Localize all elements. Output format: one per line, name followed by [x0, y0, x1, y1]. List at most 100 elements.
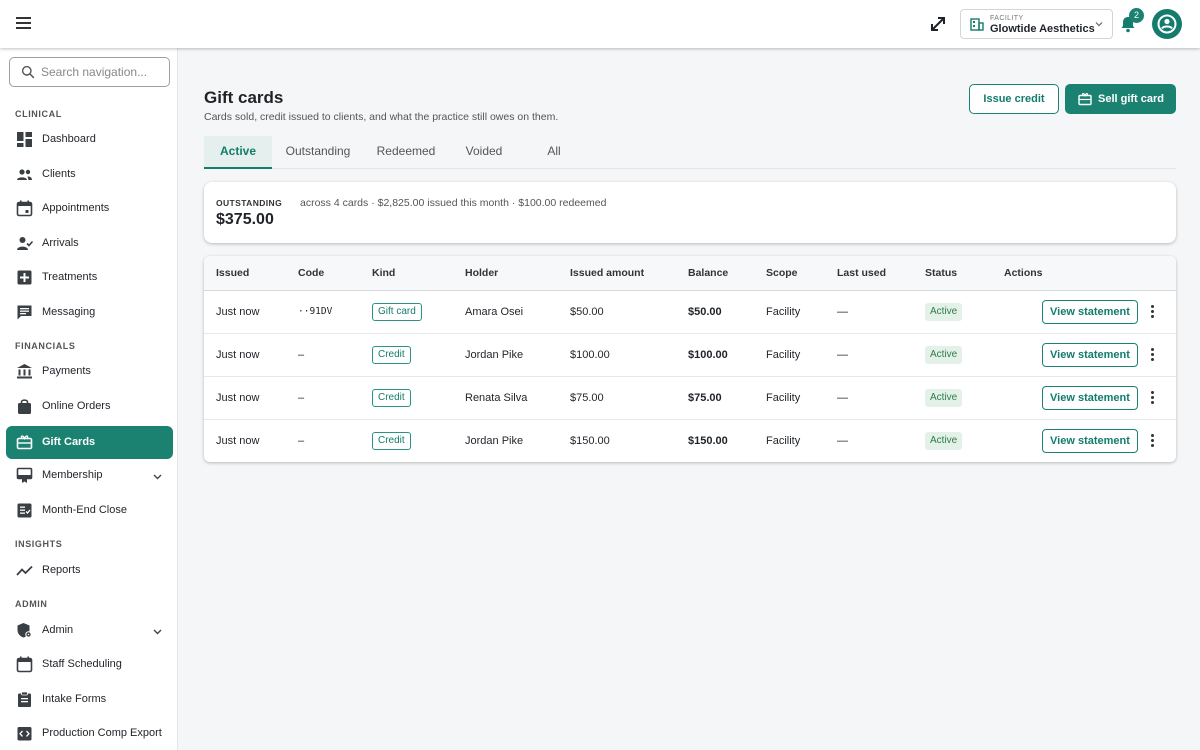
sidebar-item-label: Dashboard: [42, 133, 96, 145]
more-options-icon[interactable]: [1147, 347, 1157, 363]
column-header-kind[interactable]: Kind: [372, 267, 395, 279]
status-badge: Active: [925, 303, 963, 321]
cell-issued: Just now: [216, 306, 260, 318]
table-row[interactable]: Just now ··91DV Gift card Amara Osei $50…: [204, 291, 1176, 334]
sidebar-item-label: Messaging: [42, 306, 96, 318]
table-row[interactable]: Just now – Credit Renata Silva $75.00 $7…: [204, 377, 1176, 420]
sidebar-item-gift-cards[interactable]: Gift Cards: [6, 426, 173, 459]
menu-icon[interactable]: [14, 14, 34, 34]
sidebar-item-label: Staff Scheduling: [42, 658, 122, 670]
column-header-issued-amount[interactable]: Issued amount: [570, 267, 644, 279]
sidebar-item-reports[interactable]: Reports: [6, 554, 173, 587]
person-check-icon: [17, 237, 33, 250]
view-statement-button[interactable]: View statement: [1042, 386, 1138, 410]
status-badge: Active: [925, 389, 963, 407]
table-row[interactable]: Just now – Credit Jordan Pike $150.00 $1…: [204, 420, 1176, 463]
sidebar-item-payments[interactable]: Payments: [6, 355, 173, 388]
column-header-status[interactable]: Status: [925, 267, 957, 279]
column-header-last-used[interactable]: Last used: [837, 267, 886, 279]
column-header-scope[interactable]: Scope: [766, 267, 798, 279]
table-row[interactable]: Just now – Credit Jordan Pike $100.00 $1…: [204, 334, 1176, 377]
sidebar-item-appointments[interactable]: Appointments: [6, 192, 173, 225]
sidebar-item-online-orders[interactable]: Online Orders: [6, 390, 173, 423]
sidebar-item-label: Gift Cards: [42, 436, 96, 448]
sidebar-item-messaging[interactable]: Messaging: [6, 296, 173, 329]
chevron-down-icon: [153, 474, 162, 480]
chevron-down-icon: [153, 629, 162, 635]
view-statement-button[interactable]: View statement: [1042, 429, 1138, 453]
cell-issued-amount: $50.00: [570, 306, 604, 318]
calendar-icon: [16, 200, 33, 217]
medical-plus-icon: [17, 270, 32, 285]
sidebar-item-treatments[interactable]: Treatments: [6, 261, 173, 294]
cell-holder: Amara Osei: [465, 306, 524, 318]
column-header-balance[interactable]: Balance: [688, 267, 728, 279]
page-subtitle: Cards sold, credit issued to clients, an…: [204, 111, 559, 123]
building-icon: [970, 18, 984, 31]
cell-issued-amount: $100.00: [570, 349, 610, 361]
facility-label: FACILITY: [990, 15, 1024, 22]
cell-code: –: [298, 435, 305, 447]
sidebar-item-staff-scheduling[interactable]: Staff Scheduling: [6, 648, 173, 681]
tab-voided[interactable]: Voided: [456, 136, 512, 169]
more-options-icon[interactable]: [1147, 304, 1157, 320]
cell-holder: Jordan Pike: [465, 349, 524, 361]
avatar[interactable]: [1152, 9, 1182, 39]
section-label-admin: ADMIN: [15, 599, 48, 609]
column-header-code[interactable]: Code: [298, 267, 324, 279]
sidebar-item-month-end-close[interactable]: Month-End Close: [6, 494, 173, 527]
bank-icon: [17, 364, 32, 379]
expand-icon[interactable]: [928, 14, 948, 34]
sidebar-item-clients[interactable]: Clients: [6, 158, 173, 191]
cell-issued: Just now: [216, 392, 260, 404]
column-header-holder[interactable]: Holder: [465, 267, 498, 279]
gift-card-icon: [16, 435, 33, 450]
tab-outstanding[interactable]: Outstanding: [280, 136, 356, 169]
tab-all[interactable]: All: [534, 136, 574, 169]
tab-active[interactable]: Active: [204, 136, 272, 169]
search-input[interactable]: [41, 62, 163, 82]
summary-detail: across 4 cards · $2,825.00 issued this m…: [300, 197, 607, 209]
tab-redeemed[interactable]: Redeemed: [372, 136, 440, 169]
cell-balance: $150.00: [688, 435, 728, 447]
sidebar-item-membership[interactable]: Membership: [6, 459, 173, 492]
gift-cards-table: Issued Code Kind Holder Issued amount Ba…: [204, 256, 1176, 462]
people-icon: [17, 169, 32, 180]
sidebar-item-label: Month-End Close: [42, 504, 127, 516]
kind-badge: Credit: [372, 346, 411, 364]
clipboard-icon: [18, 691, 31, 707]
section-label-financials: FINANCIALS: [15, 341, 76, 351]
sidebar-item-dashboard[interactable]: Dashboard: [6, 123, 173, 156]
tab-bar: Active Outstanding Redeemed Voided All: [204, 136, 1176, 169]
cell-code: –: [298, 349, 305, 361]
user-icon: [1157, 14, 1177, 34]
sidebar-item-arrivals[interactable]: Arrivals: [6, 227, 173, 260]
notification-badge: 2: [1129, 8, 1144, 23]
sidebar-item-label: Appointments: [42, 202, 110, 214]
view-statement-button[interactable]: View statement: [1042, 343, 1138, 367]
schedule-icon: [16, 656, 33, 673]
view-statement-button[interactable]: View statement: [1042, 300, 1138, 324]
message-icon: [17, 305, 32, 320]
kind-badge: Credit: [372, 432, 411, 450]
cell-issued-amount: $75.00: [570, 392, 604, 404]
cell-holder: Jordan Pike: [465, 435, 524, 447]
sidebar-item-label: Payments: [42, 365, 91, 377]
facility-selector[interactable]: FACILITY Glowtide Aesthetics: [960, 9, 1113, 39]
sidebar-item-label: Intake Forms: [42, 693, 107, 705]
cell-balance: $100.00: [688, 349, 728, 361]
sidebar-item-label: Production Comp Export: [42, 727, 162, 739]
chevron-down-icon: [1095, 22, 1103, 27]
sidebar-item-production-comp-export[interactable]: Production Comp Export: [6, 717, 173, 750]
shopping-bag-icon: [18, 399, 31, 414]
more-options-icon[interactable]: [1147, 433, 1157, 449]
issue-credit-button[interactable]: Issue credit: [969, 84, 1059, 114]
cell-last-used: —: [837, 306, 848, 318]
sidebar-item-label: Admin: [42, 624, 74, 636]
sell-gift-card-button[interactable]: Sell gift card: [1065, 84, 1176, 114]
kind-badge: Credit: [372, 389, 411, 407]
sidebar-item-admin[interactable]: Admin: [6, 614, 173, 647]
sidebar-item-intake-forms[interactable]: Intake Forms: [6, 683, 173, 716]
column-header-issued[interactable]: Issued: [216, 267, 249, 279]
more-options-icon[interactable]: [1147, 390, 1157, 406]
